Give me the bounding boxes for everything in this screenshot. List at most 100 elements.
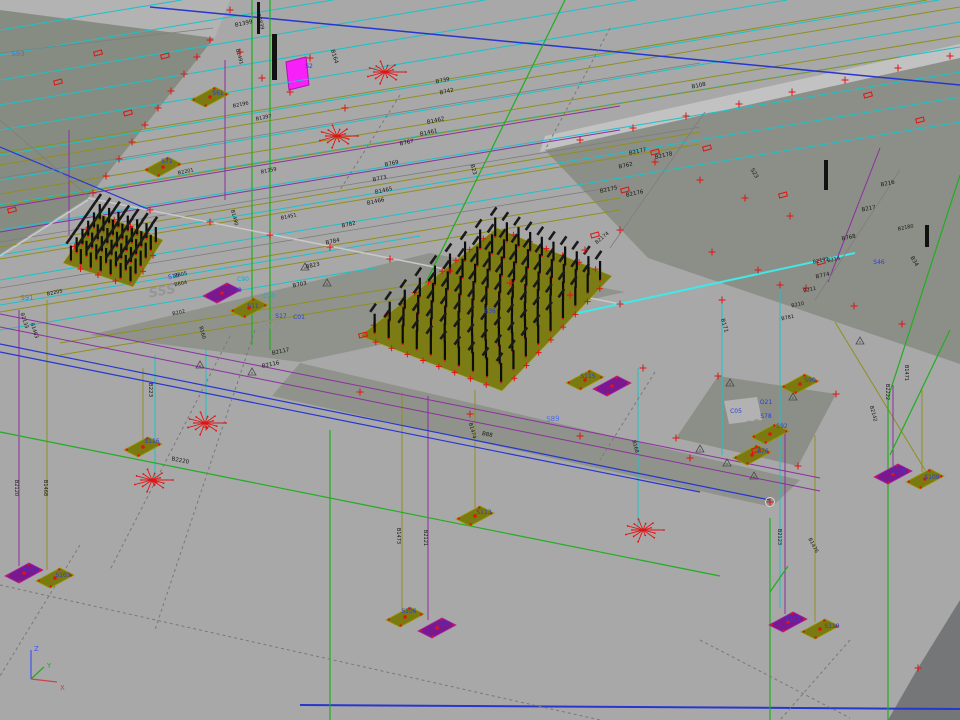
pile-base-dot [444,360,446,362]
model-label-S90[interactable]: S90 [804,377,816,384]
slab-corner-wedge[interactable] [888,600,960,720]
model-label-B1471[interactable]: B1471 [903,365,909,381]
model-label-S11[interactable]: S11 [247,303,259,310]
model-label-B782[interactable]: B782 [341,221,356,230]
load-burst-tip [146,491,148,493]
model-label-S116[interactable]: S116 [144,438,159,445]
model-label-B739[interactable]: B739 [435,77,451,86]
model-label-S109[interactable]: S109 [924,474,939,481]
model-label-S61[interactable]: S61 [212,90,224,97]
model-label-B2121[interactable]: B2121 [422,530,428,546]
model-label-B1359[interactable]: B1359 [260,166,277,175]
model-label-B1451[interactable]: B1451 [280,212,297,221]
pad-center-dot [798,382,802,386]
pad-center-dot [818,627,822,631]
pile-label-tag [94,193,102,203]
pad-corner-dot [138,454,140,456]
model-label-S121[interactable]: S121 [436,621,451,628]
model-label-B823[interactable]: B823 [305,262,321,271]
load-burst-tip [375,65,377,67]
model-label-S89[interactable]: S89 [546,415,560,424]
pad-magenta[interactable] [286,57,309,90]
model-label-S106[interactable]: S106 [401,608,416,615]
pad-corner-dot [205,104,207,106]
model-label-B742[interactable]: B742 [439,88,454,97]
pile-label-tag [595,250,603,260]
model-label-S78[interactable]: S78 [760,413,772,420]
load-burst-tip [136,475,138,477]
construction-line-dashed [0,585,600,720]
model-label-B1476[interactable]: B1476 [806,537,819,554]
model-label-S91[interactable]: S91 [20,294,33,302]
grid-line-blue [300,705,960,709]
model-label-S76[interactable]: S76 [757,448,769,455]
load-burst-tip [134,484,136,486]
pad-corner-dot [600,376,602,378]
model-label-B2142[interactable]: B2142 [868,405,878,422]
model-label-B2839[interactable]: B2839 [255,13,265,30]
model-label-B804[interactable]: B804 [174,280,188,289]
model-label-B2222[interactable]: B2222 [884,384,890,400]
model-label-S113[interactable]: S113 [476,509,491,516]
pad-corner-dot [783,629,785,631]
model-label-B164[interactable]: B164 [329,49,339,65]
model-label-B1463[interactable]: B1463 [29,322,40,339]
support-dot [753,476,754,477]
model-label-C20[interactable]: C20 [263,293,275,300]
support-triangle [856,337,864,344]
model-label-B2120[interactable]: B2120 [13,480,19,496]
model-label-B1491[interactable]: B1491 [234,48,244,65]
pile-symbol [537,325,539,344]
model-label-C90[interactable]: C90 [237,276,249,283]
model-label-B36[interactable]: B36 [484,308,496,315]
model-label-B1462[interactable]: B1462 [426,116,445,126]
pile-symbol [574,286,576,305]
model-label-B1473[interactable]: B1473 [395,528,401,544]
pile-label-tag [88,202,96,212]
model-label-C05[interactable]: C05 [730,408,742,415]
model-label-C01[interactable]: C01 [293,314,305,321]
model-label-S93[interactable]: S93 [11,50,24,58]
model-label-B1399[interactable]: B1399 [234,19,253,29]
axis-x-line [31,679,57,682]
model-label-B223[interactable]: B223 [147,383,153,398]
model-label-O21[interactable]: O21 [760,399,773,406]
model-label-S103[interactable]: S103 [55,572,70,579]
load-burst-tip [367,76,369,78]
support-dot [199,365,200,366]
model-label-S92[interactable]: S92 [776,423,788,430]
model-label-B805[interactable]: B805 [174,271,188,280]
pile-base-dot [140,246,142,248]
pile-symbol [155,227,157,242]
model-label-B171[interactable]: B171 [719,318,729,333]
model-label-B2196[interactable]: B2196 [232,100,249,109]
model-label-B2220[interactable]: B2220 [171,456,190,465]
model-label-S119[interactable]: S119 [824,623,839,630]
model-label-B1490[interactable]: B1490 [229,209,239,226]
model-label-B781[interactable]: B781 [781,314,795,323]
model-view-canvas[interactable]: S93B1399B2839B1491B164S2B739B742B108B219… [0,0,960,720]
support-dot [251,372,252,373]
model-label-SSS[interactable]: SSS [148,282,178,302]
load-burst-tip [325,135,327,137]
model-label-S71[interactable]: S71 [161,158,173,165]
model-label-S111[interactable]: S111 [23,567,38,574]
model-label-B1468[interactable]: B1468 [42,480,48,496]
model-label-S122[interactable]: S122 [785,616,800,623]
pile-base-dot [150,249,152,251]
model-label-S2[interactable]: S2 [305,63,313,70]
pile-base-dot [145,257,147,259]
pile-symbol [500,363,502,382]
model-label-S115[interactable]: S115 [580,373,595,380]
pile-base-dot [155,242,157,244]
load-burst-tip [373,71,375,73]
model-label-S46[interactable]: S46 [873,259,885,266]
model-label-B2123[interactable]: B2123 [776,529,782,545]
pile-base-dot [587,292,589,294]
pile-symbol [464,241,466,260]
model-label-B773[interactable]: B773 [372,175,388,184]
pile-base-dot [125,270,127,272]
model-label-S10[interactable]: S10 [230,287,242,294]
model-label-S108[interactable]: S108 [891,468,906,475]
cad-viewport-3d[interactable]: S93B1399B2839B1491B164S2B739B742B108B219… [0,0,960,720]
